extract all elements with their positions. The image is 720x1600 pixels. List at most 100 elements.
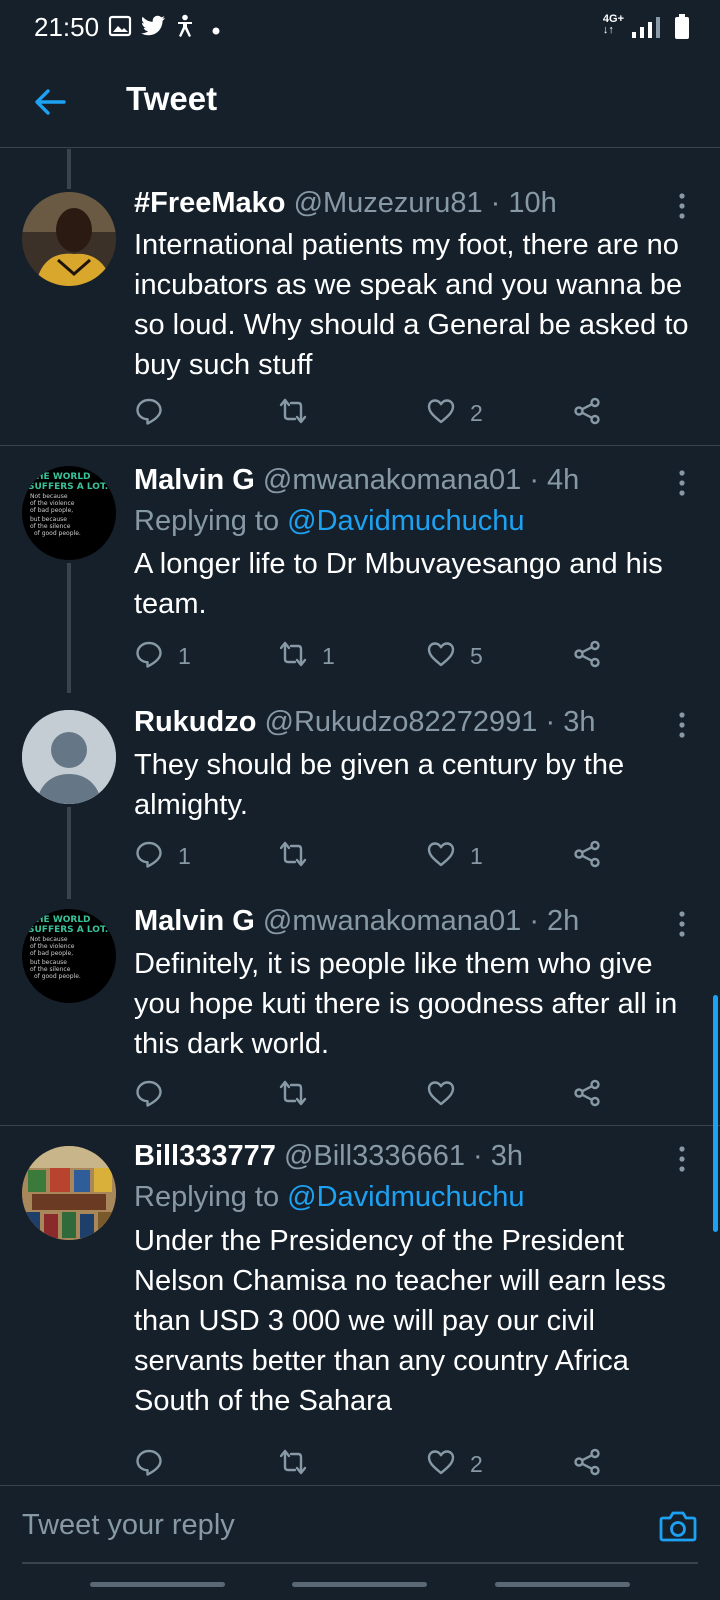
avatar-quote-line: but because [30, 959, 67, 966]
tweet-author-handle: @Bill3336661 · 3h [283, 1140, 523, 1172]
like-button[interactable]: 1 [426, 838, 483, 874]
like-count: 2 [470, 1450, 483, 1477]
tweet-text: International patients my foot, there ar… [134, 229, 689, 381]
avatar[interactable]: HE WORLD SUFFERS A LOT. Not because of t… [22, 466, 116, 560]
share-icon [572, 396, 602, 431]
share-icon [572, 1078, 602, 1113]
nav-back-button[interactable] [495, 1582, 630, 1587]
replying-to-line: Replying to @Davidmuchuchu [134, 505, 525, 538]
tweet-author-name[interactable]: Malvin G [134, 464, 255, 496]
twitter-icon [140, 14, 166, 43]
reply-button[interactable]: 1 [134, 838, 191, 874]
tweet-author-handle: @mwanakomana01 · 4h [262, 464, 580, 496]
tweet-item[interactable]: Bill333777 @Bill3336661 · 3h Replying to… [0, 1126, 720, 1485]
avatar[interactable] [22, 1146, 116, 1240]
replying-to-line: Replying to @Davidmuchuchu [134, 1181, 525, 1214]
retweet-icon [278, 396, 308, 431]
reply-icon [134, 639, 164, 674]
like-count: 5 [470, 642, 483, 669]
reply-button[interactable] [134, 1077, 178, 1113]
like-button[interactable]: 2 [426, 1446, 483, 1482]
avatar-quote-line: of the violence [30, 500, 75, 507]
more-options-icon[interactable] [670, 710, 694, 740]
tweet-actions: 1 1 [134, 838, 614, 874]
avatar[interactable] [22, 192, 116, 286]
like-button[interactable]: 5 [426, 638, 483, 674]
signal-icon [630, 16, 662, 43]
retweet-button[interactable] [278, 838, 322, 874]
more-options-icon[interactable] [670, 191, 694, 221]
tweet-actions: 2 [134, 1446, 614, 1482]
share-icon [572, 1447, 602, 1482]
share-button[interactable] [572, 395, 602, 431]
tweet-item[interactable]: HE WORLD SUFFERS A LOT. Not because of t… [0, 891, 720, 1124]
share-icon [572, 839, 602, 874]
reply-feed: #FreeMako @Muzezuru81 · 10h Internationa… [0, 149, 720, 1485]
share-button[interactable] [572, 1446, 602, 1482]
share-button[interactable] [572, 638, 602, 674]
nav-recents-button[interactable] [90, 1582, 225, 1587]
avatar-quote-line: but because [30, 516, 67, 523]
tweet-author-handle: @mwanakomana01 · 2h [262, 905, 580, 937]
share-button[interactable] [572, 1077, 602, 1113]
arrow-left-icon[interactable] [30, 82, 70, 122]
more-options-icon[interactable] [670, 468, 694, 498]
replying-to-label: Replying to [134, 505, 288, 537]
nav-home-button[interactable] [292, 1582, 427, 1587]
replying-to-label: Replying to [134, 1181, 288, 1213]
replying-to-mention[interactable]: @Davidmuchuchu [287, 1181, 524, 1213]
heart-icon [426, 839, 456, 874]
avatar-quote-line: Not because [30, 936, 68, 943]
retweet-button[interactable] [278, 1446, 322, 1482]
tweet-item[interactable]: HE WORLD SUFFERS A LOT. Not because of t… [0, 446, 720, 691]
network-arrows-icon: ↓↑ [602, 24, 614, 36]
tweet-text: Under the Presidency of the President Ne… [134, 1225, 666, 1417]
tweet-header: Bill333777 @Bill3336661 · 3h [134, 1140, 523, 1173]
tweet-header: Malvin G @mwanakomana01 · 2h [134, 905, 579, 938]
share-button[interactable] [572, 838, 602, 874]
tweet-author-name[interactable]: #FreeMako [134, 187, 286, 219]
reply-icon [134, 1078, 164, 1113]
tweet-author-name[interactable]: Bill333777 [134, 1140, 276, 1172]
like-button[interactable] [426, 1077, 470, 1113]
tweet-item[interactable]: Rukudzo @Rukudzo82272991 · 3h They shoul… [0, 691, 720, 891]
tweet-author-name[interactable]: Rukudzo [134, 706, 256, 738]
like-button[interactable]: 2 [426, 395, 483, 431]
avatar-quote-line: of the violence [30, 943, 75, 950]
reply-button[interactable] [134, 1446, 178, 1482]
reply-icon [134, 1447, 164, 1482]
tweet-author-name[interactable]: Malvin G [134, 905, 255, 937]
scrollbar-thumb[interactable] [713, 995, 718, 1232]
reply-count: 1 [178, 842, 191, 869]
replying-to-mention[interactable]: @Davidmuchuchu [287, 505, 524, 537]
retweet-button[interactable] [278, 395, 322, 431]
dot-icon [212, 22, 220, 40]
tweet-actions: 1 1 5 [134, 638, 614, 674]
avatar-quote-line: of good people. [34, 973, 81, 980]
camera-icon[interactable] [658, 1506, 698, 1546]
tweet-text: A longer life to Dr Mbuvayesango and his… [134, 548, 663, 620]
reply-button[interactable]: 1 [134, 638, 191, 674]
avatar[interactable]: HE WORLD SUFFERS A LOT. Not because of t… [22, 909, 116, 1003]
retweet-button[interactable]: 1 [278, 638, 335, 674]
avatar-quote-line: of bad people, [30, 950, 74, 957]
more-options-icon[interactable] [670, 1144, 694, 1174]
retweet-button[interactable] [278, 1077, 322, 1113]
status-time: 21:50 [34, 12, 100, 42]
tweet-text: Definitely, it is people like them who g… [134, 948, 678, 1060]
more-options-icon[interactable] [670, 909, 694, 939]
avatar[interactable] [22, 710, 116, 804]
tweet-actions [134, 1077, 614, 1113]
status-bar: 21:50 4G+ ↓↑ [0, 0, 720, 56]
reply-composer [0, 1485, 720, 1565]
heart-icon [426, 396, 456, 431]
tweet-header: Malvin G @mwanakomana01 · 4h [134, 464, 579, 497]
reply-input[interactable] [22, 1500, 622, 1550]
avatar-quote-line: of good people. [34, 530, 81, 537]
tweet-item[interactable]: #FreeMako @Muzezuru81 · 10h Internationa… [0, 149, 720, 449]
avatar-quote-line: of bad people, [30, 507, 74, 514]
reply-button[interactable] [134, 395, 178, 431]
avatar-quote-line: of the silence [30, 966, 71, 973]
retweet-icon [278, 639, 308, 674]
tweet-author-handle: @Rukudzo82272991 · 3h [264, 706, 596, 738]
